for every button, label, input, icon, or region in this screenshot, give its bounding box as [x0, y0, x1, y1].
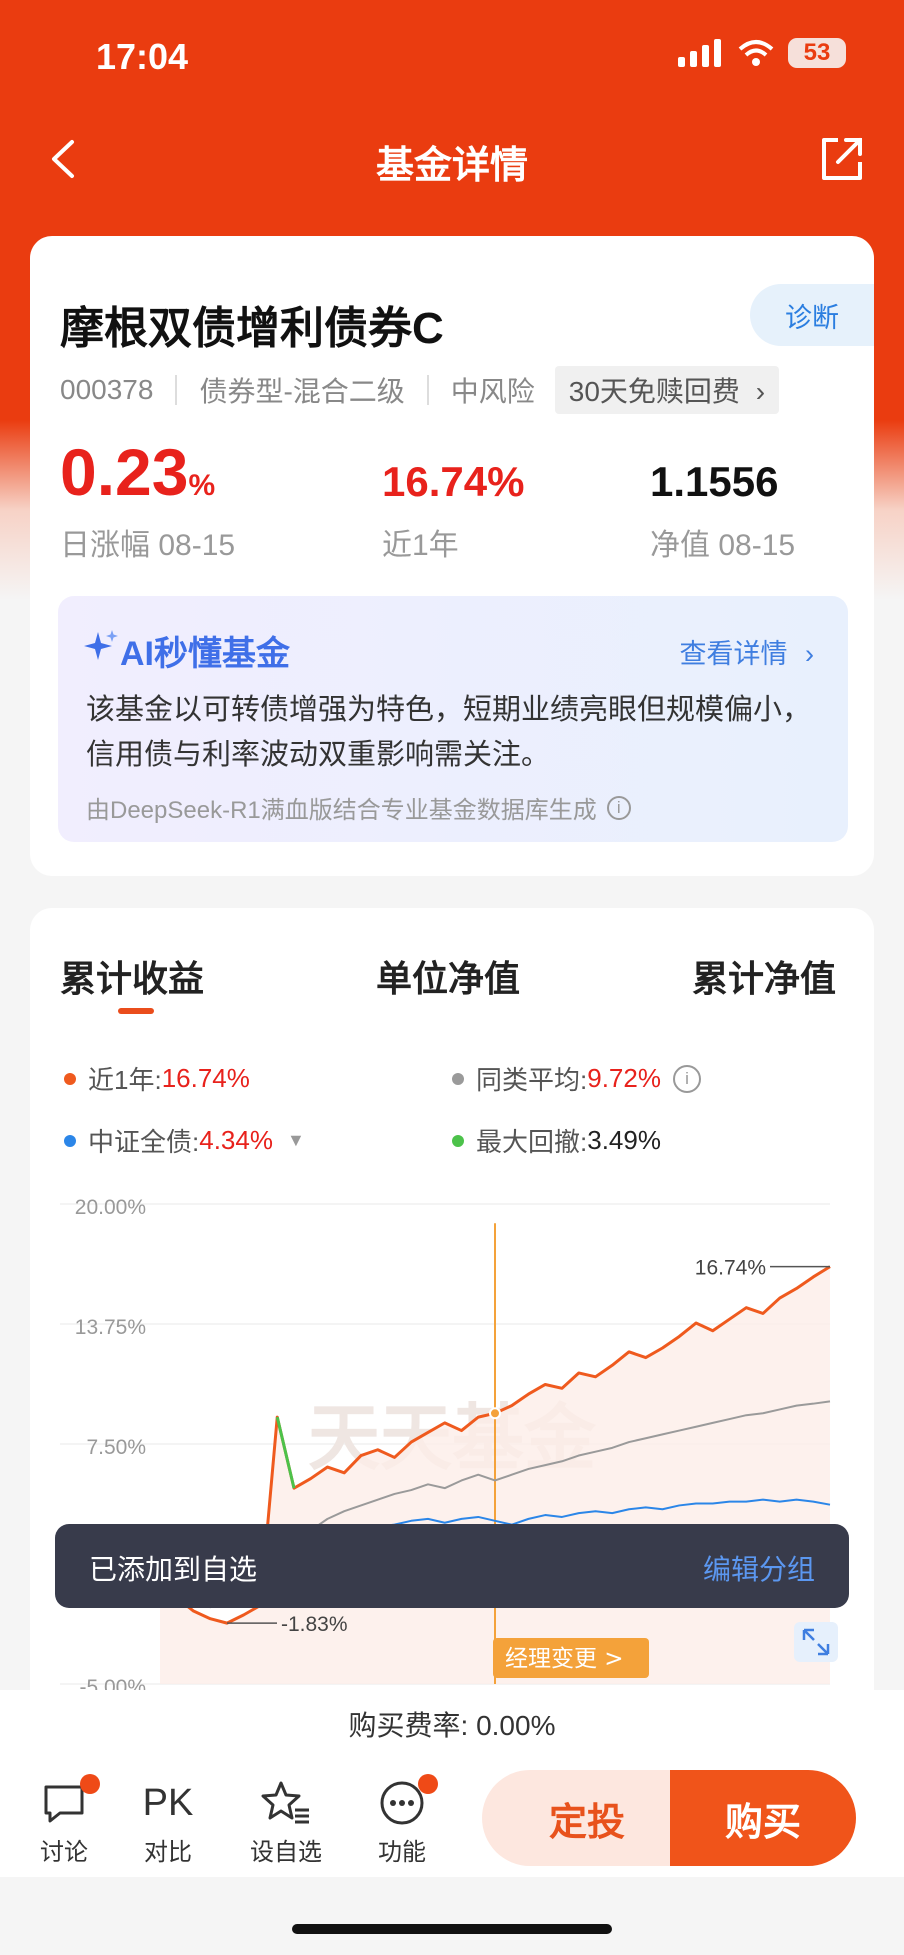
notification-dot — [418, 1774, 438, 1794]
add-watchlist-button[interactable]: 设自选 — [246, 1774, 326, 1867]
divider — [426, 375, 429, 405]
page-title: 基金详情 — [375, 145, 528, 187]
year-return-value: 16.74% — [382, 458, 525, 505]
ai-summary-title: AI秒懂基金 — [120, 635, 290, 673]
chevron-right-icon: › — [805, 639, 814, 669]
daily-change-value: 0.23% — [60, 434, 215, 510]
year-return-label: 近1年 — [382, 529, 459, 562]
divider — [175, 375, 178, 405]
daily-change-number: 0.23 — [60, 435, 189, 509]
fee-promo-tag[interactable]: 30天免赎回费 › — [554, 366, 780, 414]
y-tick-label: 13.75% — [75, 1316, 146, 1339]
ai-footer: 由DeepSeek-R1满血版结合专业基金数据库生成 i — [86, 790, 631, 825]
share-icon[interactable] — [816, 134, 866, 184]
chevron-right-icon: › — [755, 376, 766, 407]
status-time: 17:04 — [96, 36, 189, 77]
daily-change-unit: % — [188, 469, 216, 502]
nav-bar: 基金详情 — [0, 120, 904, 202]
pk-icon: PK — [142, 1781, 194, 1824]
auto-invest-button[interactable]: 定投 — [482, 1770, 692, 1866]
ai-summary-box[interactable]: AI秒懂基金 查看详情 › 该基金以可转债增强为特色，短期业绩亮眼但规模偏小，信… — [58, 596, 848, 842]
chat-bubble-icon — [44, 1785, 84, 1823]
diagnose-button[interactable]: 诊断 — [750, 284, 874, 346]
home-indicator — [292, 1924, 612, 1934]
bottom-action-bar: 讨论 PK 对比 设自选 功能 定投 购买 — [0, 1762, 904, 1877]
fund-name: 摩根双债增利债券C — [60, 304, 444, 353]
fund-meta-row: 000378 债券型-混合二级 中风险 30天免赎回费 › — [60, 366, 780, 414]
functions-button[interactable]: 功能 — [362, 1774, 442, 1867]
toast-message: 已添加到自选 — [89, 1554, 258, 1585]
ai-detail-link[interactable]: 查看详情 › — [679, 632, 814, 671]
min-value-label: -1.83% — [281, 1613, 348, 1636]
status-icons: 53 — [678, 38, 846, 68]
purchase-fee-bar: 购买费率: 0.00% — [0, 1690, 904, 1763]
fee-promo-label: 30天免赎回费 — [568, 376, 740, 407]
info-icon[interactable]: i — [606, 795, 631, 820]
ai-footer-text: 由DeepSeek-R1满血版结合专业基金数据库生成 — [86, 797, 597, 824]
compare-label: 对比 — [144, 1839, 192, 1866]
daily-change-label: 日涨幅 08-15 — [60, 529, 236, 562]
nav-value-label: 净值 08-15 — [650, 529, 796, 562]
sparkle-icon — [84, 630, 118, 660]
nav-value: 1.1556 — [650, 458, 779, 505]
func-icon-wrap — [362, 1774, 442, 1832]
toast-notification: 已添加到自选 编辑分组 — [55, 1524, 849, 1608]
discuss-icon-wrap — [24, 1774, 104, 1832]
expand-icon — [794, 1622, 838, 1662]
discuss-label: 讨论 — [40, 1839, 88, 1866]
star-list-icon — [261, 1781, 309, 1824]
watch-icon-wrap — [246, 1774, 326, 1832]
manager-change-label: 经理变更 > — [505, 1646, 624, 1672]
fund-risk: 中风险 — [450, 376, 535, 407]
signal-icon — [678, 39, 721, 67]
functions-label: 功能 — [378, 1839, 426, 1866]
y-tick-label: 20.00% — [75, 1196, 146, 1219]
status-bar: 17:04 53 — [0, 0, 904, 120]
fund-type: 债券型-混合二级 — [199, 376, 405, 407]
ai-summary-text: 该基金以可转债增强为特色，短期业绩亮眼但规模偏小，信用债与利率波动双重影响需关注… — [86, 694, 812, 771]
edit-group-link[interactable]: 编辑分组 — [703, 1548, 815, 1588]
notification-dot — [80, 1774, 100, 1794]
buy-button[interactable]: 购买 — [670, 1770, 856, 1866]
fund-code: 000378 — [60, 374, 154, 405]
wifi-icon — [738, 40, 774, 66]
fund-info-card: 摩根双债增利债券C 诊断 000378 债券型-混合二级 中风险 30天免赎回费… — [30, 236, 874, 876]
y-tick-label: 7.50% — [86, 1436, 146, 1459]
compare-button[interactable]: PK 对比 — [128, 1774, 208, 1867]
add-watchlist-label: 设自选 — [250, 1839, 322, 1866]
manager-change-dot — [489, 1407, 501, 1420]
ai-detail-label: 查看详情 — [679, 639, 788, 669]
battery-icon: 53 — [788, 38, 846, 68]
end-value-label: 16.74% — [695, 1257, 766, 1280]
discuss-button[interactable]: 讨论 — [24, 1774, 104, 1867]
